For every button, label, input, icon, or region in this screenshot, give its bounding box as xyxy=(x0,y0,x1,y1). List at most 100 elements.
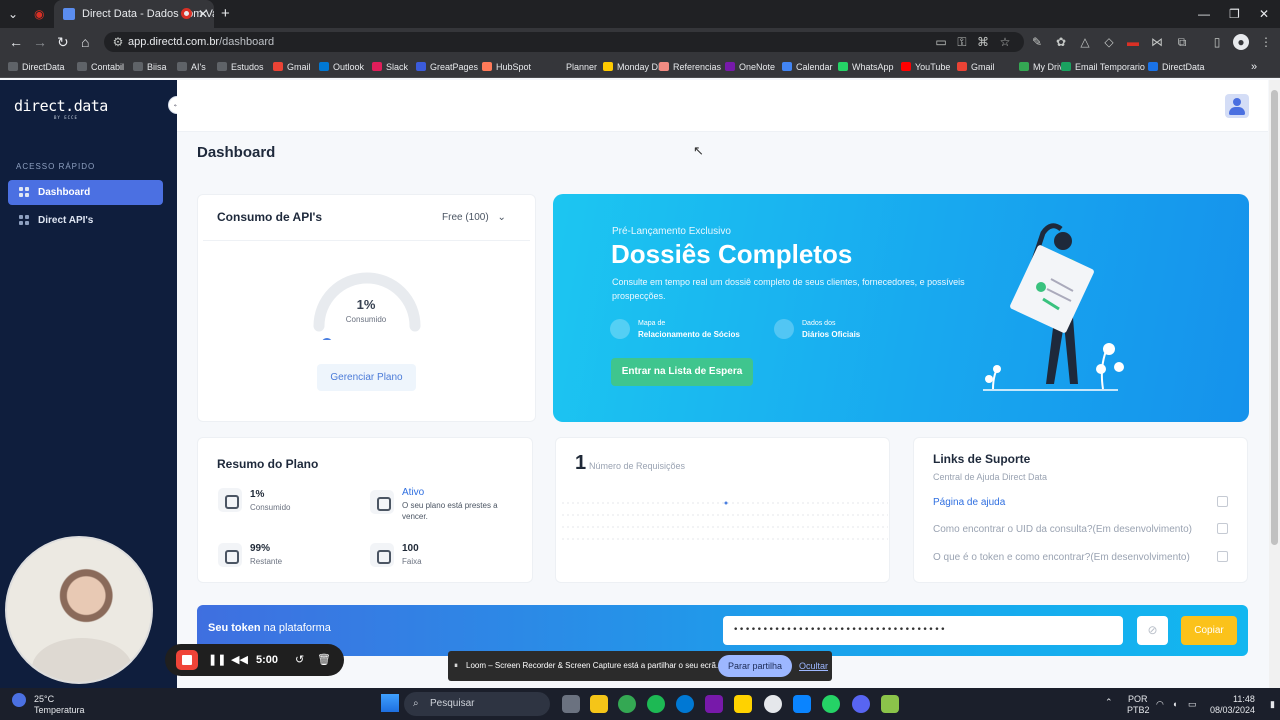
bookmark-item[interactable]: Contabil xyxy=(77,56,124,78)
external-link-icon[interactable] xyxy=(1217,496,1228,507)
stop-recording-button[interactable] xyxy=(176,650,198,670)
sidebar-item-direct-apis[interactable]: Direct API's xyxy=(8,208,163,233)
windows-start-icon[interactable] xyxy=(381,694,399,712)
password-key-icon[interactable]: ⚿ xyxy=(954,34,970,50)
extension-icon[interactable]: ⋈ xyxy=(1149,34,1165,50)
copy-token-button[interactable]: Copiar xyxy=(1181,616,1237,645)
discord-icon[interactable] xyxy=(852,695,870,713)
bookmark-item[interactable]: HubSpot xyxy=(482,56,531,78)
language-sub[interactable]: PTB2 xyxy=(1127,705,1150,715)
external-link-icon[interactable] xyxy=(1217,523,1228,534)
translate-icon[interactable]: ⌘ xyxy=(975,34,991,50)
onenote-icon[interactable] xyxy=(705,695,723,713)
browser-tab[interactable]: Direct Data - Dados com Va ✕ xyxy=(54,0,214,28)
direct-data-logo[interactable]: direct.data BY ECCE xyxy=(14,97,108,120)
notepad-icon[interactable] xyxy=(881,695,899,713)
bookmark-item[interactable]: OneNote xyxy=(725,56,775,78)
forward-arrow-icon[interactable]: → xyxy=(33,28,47,56)
camera-icon[interactable]: ▭ xyxy=(933,34,949,50)
plan-select[interactable]: Free (100) ⌄ xyxy=(442,212,506,223)
drag-handle-icon[interactable]: ⏸ xyxy=(454,651,458,681)
bookmark-star-icon[interactable]: ☆ xyxy=(997,34,1013,50)
extension-icon[interactable]: ✿ xyxy=(1053,34,1069,50)
back-arrow-icon[interactable]: ← xyxy=(9,28,23,56)
uid-help-link[interactable]: Como encontrar o UID da consulta?(Em des… xyxy=(933,524,1192,535)
extension-icon[interactable]: △ xyxy=(1077,34,1093,50)
edge-icon[interactable] xyxy=(676,695,694,713)
webcam-bubble[interactable] xyxy=(5,536,153,684)
bookmark-item[interactable]: Biisa xyxy=(133,56,167,78)
whatsapp-icon[interactable] xyxy=(822,695,840,713)
extension-icon[interactable]: ◇ xyxy=(1101,34,1117,50)
clock-date[interactable]: 08/03/2024 xyxy=(1210,705,1255,715)
user-avatar[interactable] xyxy=(1225,94,1249,118)
tab-search-icon[interactable]: ⌄ xyxy=(8,0,18,28)
stop-sharing-button[interactable]: Parar partilha xyxy=(718,655,792,677)
more-bookmarks-button[interactable]: » xyxy=(1251,56,1257,78)
weather-icon[interactable] xyxy=(12,693,26,707)
restart-icon[interactable]: ↺ xyxy=(295,644,304,676)
waitlist-button[interactable]: Entrar na Lista de Espera xyxy=(611,358,753,386)
clock-time[interactable]: 11:48 xyxy=(1233,694,1255,704)
tab-close-icon[interactable]: ✕ xyxy=(198,0,208,28)
bookmark-item[interactable]: Outlook xyxy=(319,56,364,78)
weather-label[interactable]: Temperatura xyxy=(34,705,85,715)
hide-token-icon[interactable]: ⊘ xyxy=(1137,616,1168,645)
manage-plan-button[interactable]: Gerenciar Plano xyxy=(317,364,416,391)
battery-icon[interactable]: ▭ xyxy=(1188,699,1197,710)
tray-chevron-icon[interactable]: ⌃ xyxy=(1105,697,1113,708)
bookmark-item[interactable]: Gmail xyxy=(957,56,995,78)
bookmark-item[interactable]: Referencias xyxy=(659,56,721,78)
token-help-link[interactable]: O que é o token e como encontrar?(Em des… xyxy=(933,552,1190,563)
bookmark-item[interactable]: Email Temporario xyxy=(1061,56,1145,78)
help-page-link[interactable]: Página de ajuda xyxy=(933,497,1005,508)
volume-icon[interactable]: ◖ xyxy=(1172,699,1177,709)
url-field[interactable]: app.directd.com.br/dashboard xyxy=(104,32,1024,52)
pause-icon[interactable]: ❚❚ xyxy=(208,644,226,676)
bookmark-item[interactable]: Slack xyxy=(372,56,408,78)
external-link-icon[interactable] xyxy=(1217,551,1228,562)
taskbar-search[interactable]: ⌕ Pesquisar xyxy=(404,692,550,716)
profile-avatar-icon[interactable]: ● xyxy=(1233,34,1249,50)
token-field[interactable]: •••••••••••••••••••••••••••••••••••• xyxy=(723,616,1123,645)
wifi-icon[interactable]: ◠ xyxy=(1156,699,1164,710)
bookmark-item[interactable]: Monday DD xyxy=(603,56,665,78)
bookmark-item[interactable]: WhatsApp xyxy=(838,56,894,78)
close-window-button[interactable]: ✕ xyxy=(1259,0,1269,28)
new-tab-button[interactable]: + xyxy=(221,0,230,28)
home-icon[interactable]: ⌂ xyxy=(81,28,89,56)
bookmark-item[interactable]: DirectData xyxy=(1148,56,1205,78)
bookmark-item[interactable]: Planner xyxy=(552,56,597,78)
app-icon[interactable] xyxy=(764,695,782,713)
bookmark-item[interactable]: DirectData xyxy=(8,56,65,78)
file-explorer-icon[interactable] xyxy=(590,695,608,713)
extension-icon[interactable]: ▬ xyxy=(1125,34,1141,50)
maximize-button[interactable]: ❐ xyxy=(1229,0,1240,28)
recording-tab-icon[interactable]: ◉ xyxy=(34,0,44,28)
minimize-button[interactable]: — xyxy=(1198,0,1210,28)
pen-extension-icon[interactable]: ✎ xyxy=(1029,34,1045,50)
rewind-icon[interactable]: ◀◀ xyxy=(231,644,248,676)
miro-icon[interactable] xyxy=(734,695,752,713)
bookmark-item[interactable]: Estudos xyxy=(217,56,264,78)
scrollbar-thumb[interactable] xyxy=(1271,90,1278,545)
task-view-icon[interactable] xyxy=(562,695,580,713)
bookmark-item[interactable]: Gmail xyxy=(273,56,311,78)
site-info-icon[interactable]: ⚙ xyxy=(110,34,126,50)
bookmark-item[interactable]: Calendar xyxy=(782,56,833,78)
reload-icon[interactable]: ↻ xyxy=(57,28,69,56)
browser-menu-icon[interactable]: ⋮ xyxy=(1258,34,1274,50)
side-panel-icon[interactable]: ▯ xyxy=(1209,34,1225,50)
bookmark-item[interactable]: GreatPages xyxy=(416,56,478,78)
chrome-icon[interactable] xyxy=(618,695,636,713)
extensions-puzzle-icon[interactable]: ⧉ xyxy=(1174,34,1190,50)
weather-temp[interactable]: 25°C xyxy=(34,694,54,704)
page-scrollbar[interactable] xyxy=(1269,80,1280,688)
trash-icon[interactable]: 🗑 xyxy=(317,644,331,676)
language-indicator[interactable]: POR xyxy=(1128,694,1148,704)
hide-button[interactable]: Ocultar xyxy=(799,651,828,681)
sidebar-item-dashboard[interactable]: Dashboard xyxy=(8,180,163,205)
spotify-icon[interactable] xyxy=(647,695,665,713)
bookmark-item[interactable]: AI's xyxy=(177,56,206,78)
vscode-icon[interactable] xyxy=(793,695,811,713)
